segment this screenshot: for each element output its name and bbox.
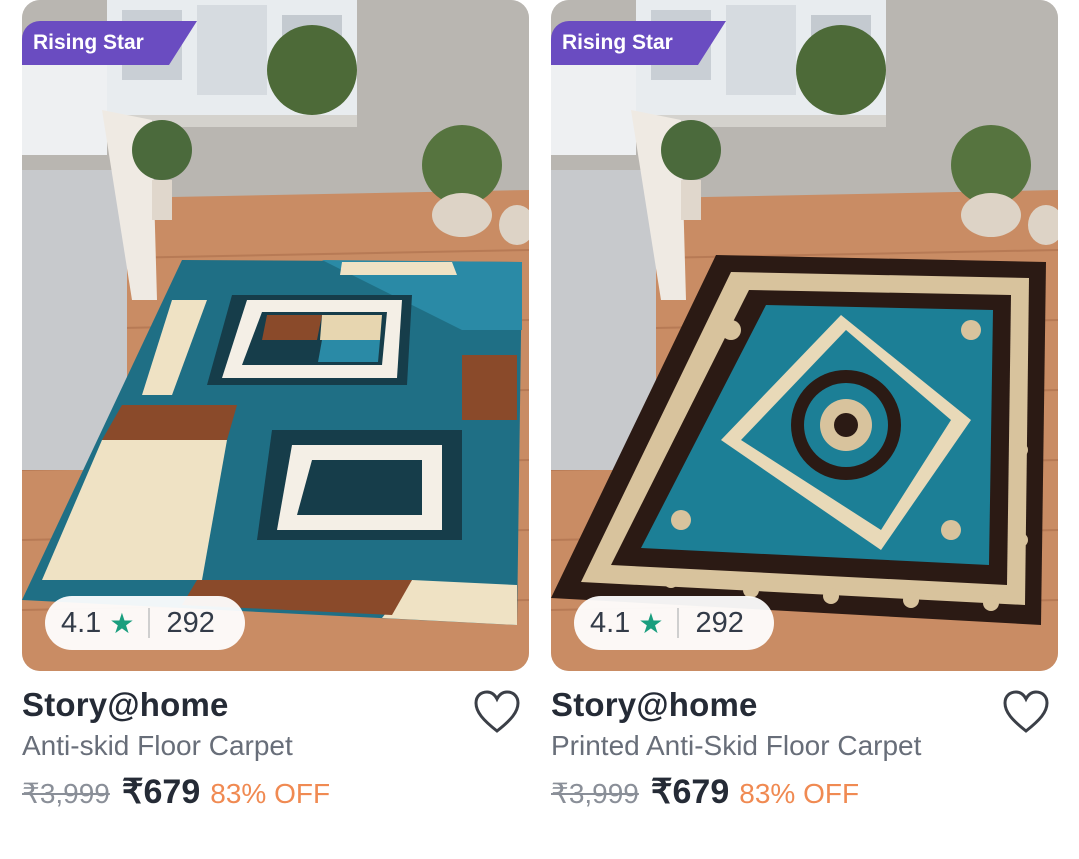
rating-count: 292 [695,606,744,639]
product-card-2[interactable]: Rising Star 4.1 ★ 292 Story@home Printed… [551,0,1058,840]
rising-star-badge: Rising Star [22,21,197,65]
rating-divider [148,608,151,638]
product-title[interactable]: Anti-skid Floor Carpet [22,730,293,762]
rising-star-badge: Rising Star [551,21,726,65]
discount-label: 83% OFF [739,778,860,809]
price-row: ₹3,999 ₹679 83% OFF [22,772,330,812]
sale-price: ₹679 [121,773,201,811]
original-price: ₹3,999 [22,778,110,809]
heart-outline-icon[interactable] [473,690,521,734]
product-photo-printed-carpet [551,0,1058,671]
star-icon: ★ [109,607,135,639]
rating-divider [677,608,680,638]
product-image-1[interactable]: Rising Star 4.1 ★ 292 [22,0,529,671]
product-photo-geometric-carpet [22,0,529,671]
heart-outline-icon[interactable] [1002,690,1050,734]
star-icon: ★ [638,607,664,639]
rating-pill: 4.1 ★ 292 [45,596,245,650]
rating-count: 292 [166,606,215,639]
sale-price: ₹679 [650,773,730,811]
rating-value: 4.1 [590,606,631,639]
discount-label: 83% OFF [210,778,331,809]
product-image-2[interactable]: Rising Star 4.1 ★ 292 [551,0,1058,671]
rating-value: 4.1 [61,606,102,639]
price-row: ₹3,999 ₹679 83% OFF [551,772,859,812]
product-brand: Story@home [22,686,229,723]
product-brand: Story@home [551,686,758,723]
rating-pill: 4.1 ★ 292 [574,596,774,650]
product-title[interactable]: Printed Anti-Skid Floor Carpet [551,730,921,762]
product-card-1[interactable]: Rising Star 4.1 ★ 292 Story@home Anti-sk… [22,0,529,840]
original-price: ₹3,999 [551,778,639,809]
